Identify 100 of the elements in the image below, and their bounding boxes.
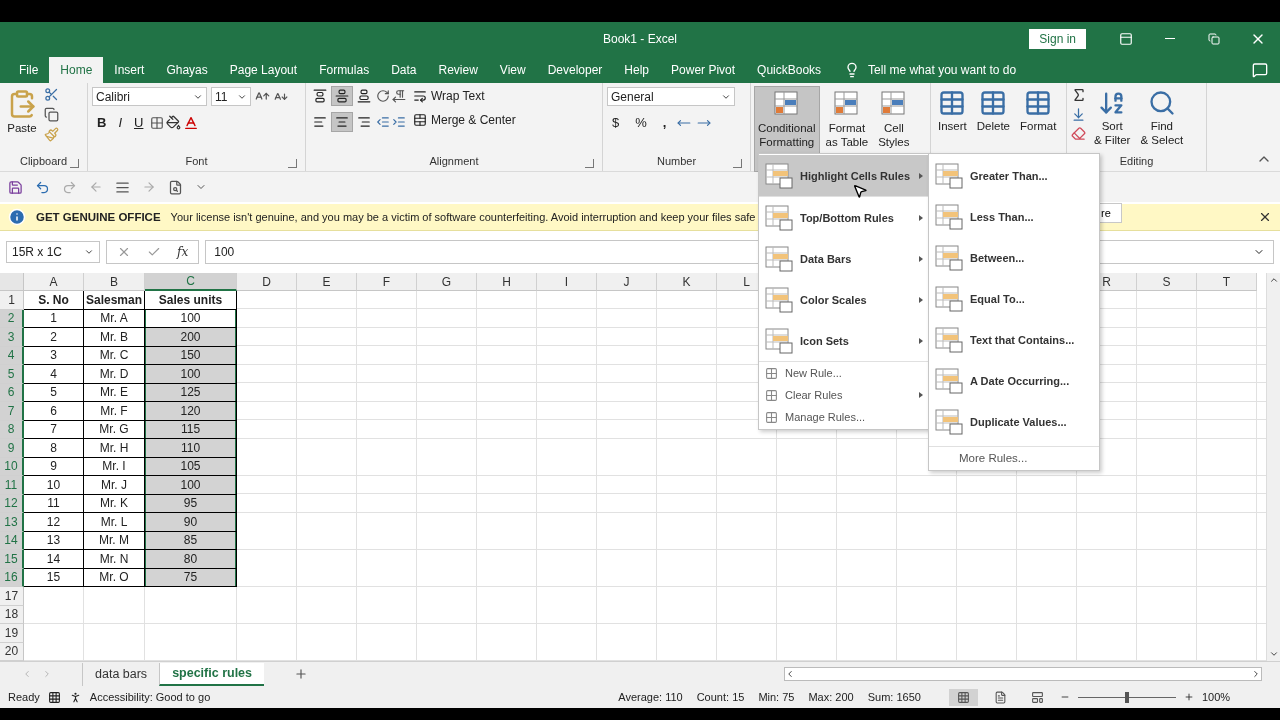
row-header[interactable]: 11 xyxy=(0,476,24,495)
zoom-thumb[interactable] xyxy=(1124,691,1129,703)
paste-button[interactable]: Paste xyxy=(4,87,40,155)
bold-button[interactable]: B xyxy=(92,114,112,131)
column-header[interactable]: B xyxy=(84,273,145,291)
fill-color-button[interactable] xyxy=(166,115,182,130)
copy-button[interactable] xyxy=(44,107,59,122)
fill-down-icon xyxy=(1071,107,1086,122)
row-header[interactable]: 3 xyxy=(0,328,24,347)
undo-button[interactable] xyxy=(35,179,50,195)
name-box[interactable]: 15R x 1C xyxy=(6,240,100,263)
currency-button[interactable]: $ xyxy=(607,114,625,131)
menu-item[interactable]: Less Than... xyxy=(929,196,1099,237)
group-label: Alignment xyxy=(429,155,479,169)
dialog-launcher-icon[interactable] xyxy=(70,159,79,168)
align-button[interactable] xyxy=(332,87,352,105)
row-header[interactable]: 17 xyxy=(0,587,24,606)
column-header[interactable]: A xyxy=(24,273,84,291)
row-header[interactable]: 13 xyxy=(0,513,24,532)
menu-item[interactable]: Icon Sets xyxy=(759,320,929,361)
view-button[interactable] xyxy=(948,688,978,706)
column-header[interactable]: H xyxy=(477,273,537,291)
decrease-indent-button[interactable] xyxy=(376,115,390,129)
percent-button[interactable]: % xyxy=(630,114,652,131)
menu-item[interactable]: Duplicate Values... xyxy=(929,401,1099,442)
ribbon-tab[interactable]: Data xyxy=(380,57,428,83)
sign-in-button[interactable]: Sign in xyxy=(1029,28,1086,49)
warning-action-button[interactable]: re xyxy=(1098,203,1122,223)
ribbon-tab[interactable]: File xyxy=(8,57,50,83)
row-header[interactable]: 1 xyxy=(0,291,24,310)
menu-item[interactable]: Clear Rules xyxy=(759,384,929,406)
borders-button[interactable] xyxy=(150,115,165,130)
increase-indent-button[interactable] xyxy=(392,115,406,129)
menu-item[interactable]: A Date Occurring... xyxy=(929,360,1099,401)
add-sheet-button[interactable] xyxy=(294,667,309,681)
underline-button[interactable]: U xyxy=(129,114,149,131)
text-direction-button[interactable] xyxy=(392,89,406,103)
dialog-launcher-icon[interactable] xyxy=(733,159,742,168)
ribbon-tab[interactable]: Power Pivot xyxy=(660,57,747,83)
menu-item[interactable]: Highlight Cells Rules xyxy=(759,155,929,196)
column-header[interactable]: D xyxy=(237,273,297,291)
sort-filter-button[interactable]: Sort & Filter xyxy=(1091,87,1134,155)
column-header[interactable]: I xyxy=(537,273,597,291)
menu-item[interactable]: Text that Contains... xyxy=(929,319,1099,360)
zoom-level: 100% xyxy=(1201,691,1231,703)
row-header[interactable]: 15 xyxy=(0,550,24,569)
ribbon-tab[interactable]: Review xyxy=(427,57,489,83)
ribbon-tab[interactable]: Home xyxy=(49,57,104,83)
ribbon-tab[interactable]: Insert xyxy=(103,57,156,83)
ribbon-tab[interactable]: Ghayas xyxy=(155,57,219,83)
font-color-button[interactable] xyxy=(183,114,200,131)
clear-button[interactable] xyxy=(1071,126,1087,141)
ribbon-tab[interactable]: View xyxy=(488,57,537,83)
column-header[interactable]: G xyxy=(417,273,477,291)
column-header[interactable]: F xyxy=(357,273,417,291)
ribbon-tab[interactable]: Formulas xyxy=(308,57,381,83)
vertical-scrollbar[interactable] xyxy=(1266,273,1280,661)
font-size-dropdown[interactable]: 11 xyxy=(211,87,251,106)
italic-button[interactable]: I xyxy=(113,114,127,131)
window-title: Book1 - Excel xyxy=(602,31,677,46)
indent-icon xyxy=(392,115,406,129)
menu-item-label: Duplicate Values... xyxy=(970,415,1067,428)
row-header[interactable]: 9 xyxy=(0,439,24,458)
cut-button[interactable] xyxy=(44,87,59,102)
sheet-tab[interactable]: specific rules xyxy=(159,662,265,686)
ribbon-tab[interactable]: Help xyxy=(613,57,661,83)
dialog-launcher-icon[interactable] xyxy=(288,159,297,168)
form-button[interactable] xyxy=(115,179,130,195)
font-name-dropdown[interactable]: Calibri xyxy=(92,87,207,106)
find-select-button[interactable]: Find & Select xyxy=(1137,87,1187,155)
comma-button[interactable]: , xyxy=(657,114,672,131)
table-icon xyxy=(979,89,1008,117)
print-preview-button[interactable] xyxy=(168,179,183,195)
insert-function-button[interactable]: fx xyxy=(177,244,189,259)
row-header[interactable]: 7 xyxy=(0,402,24,421)
column-header[interactable]: J xyxy=(597,273,657,291)
save-button[interactable] xyxy=(8,179,23,195)
close-button[interactable] xyxy=(1258,210,1272,224)
dialog-launcher-icon[interactable] xyxy=(585,159,594,168)
merge-center-button[interactable]: Merge & Center xyxy=(410,111,519,129)
column-header[interactable]: K xyxy=(657,273,717,291)
row-header[interactable]: 19 xyxy=(0,624,24,643)
column-header[interactable]: E xyxy=(297,273,357,291)
orientation-button[interactable] xyxy=(376,89,390,103)
ribbon-tab[interactable]: QuickBooks xyxy=(746,57,833,83)
column-header[interactable]: S xyxy=(1137,273,1197,291)
accessibility-status[interactable]: Accessibility: Good to go xyxy=(89,691,211,703)
column-header[interactable]: C xyxy=(145,273,237,291)
number-format-dropdown[interactable]: General xyxy=(607,87,735,106)
menu-item[interactable]: Manage Rules... xyxy=(759,406,929,428)
wrap-text-button[interactable]: Wrap Text xyxy=(410,87,519,105)
column-header[interactable]: T xyxy=(1197,273,1257,291)
row-header[interactable]: 5 xyxy=(0,365,24,384)
rule-grid-icon xyxy=(765,286,793,313)
horizontal-scrollbar[interactable] xyxy=(784,667,1262,681)
tell-me-field[interactable]: Tell me what you want to do xyxy=(868,63,1017,77)
menu-item-label: Less Than... xyxy=(970,210,1034,223)
ribbon-tab[interactable]: Page Layout xyxy=(218,57,309,83)
ribbon-tab[interactable]: Developer xyxy=(536,57,614,83)
autosum-button[interactable] xyxy=(1071,87,1087,103)
